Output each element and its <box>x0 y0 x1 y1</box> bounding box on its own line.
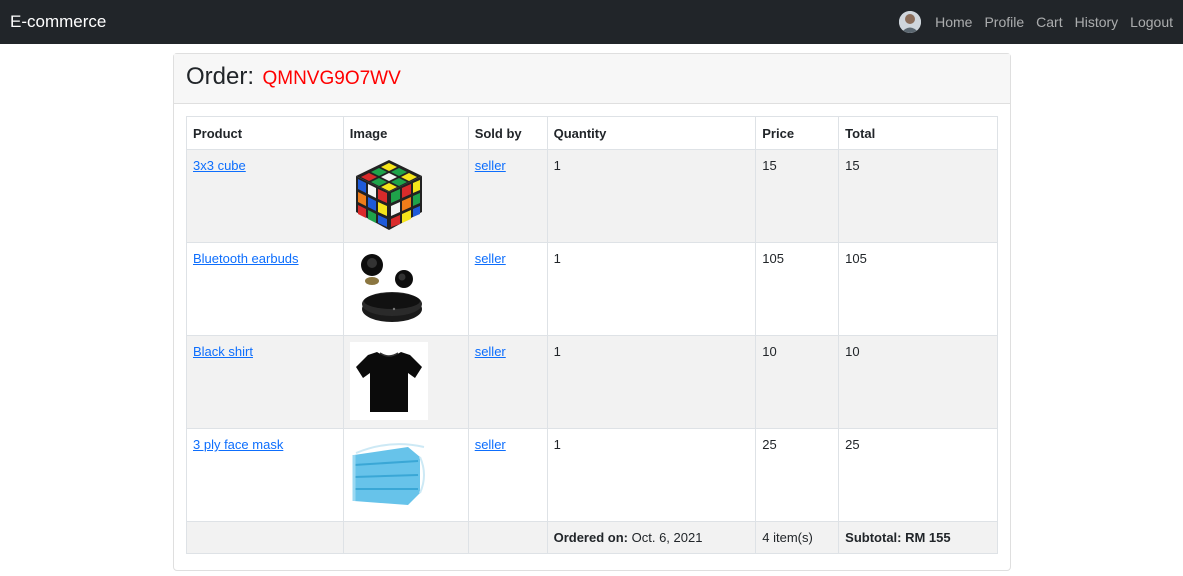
footer-empty-cell <box>342 521 469 554</box>
footer-empty-cell <box>467 521 548 554</box>
table-row: Black shirt seller 1 10 10 <box>186 335 998 429</box>
product-link[interactable]: 3x3 cube <box>193 158 246 173</box>
order-code: QMNVG9O7WV <box>262 68 401 89</box>
seller-cell: seller <box>467 242 548 336</box>
quantity-cell: 1 <box>546 242 757 336</box>
header-product: Product <box>186 116 344 150</box>
table-row: 3x3 cube seller 1 15 15 <box>186 149 998 243</box>
total-cell: 25 <box>838 428 998 522</box>
seller-cell: seller <box>467 149 548 243</box>
seller-cell: seller <box>467 428 548 522</box>
header-sold-by: Sold by <box>467 116 548 150</box>
product-cell: Black shirt <box>186 335 344 429</box>
header-total: Total <box>838 116 998 150</box>
seller-link[interactable]: seller <box>475 437 506 452</box>
ordered-on-cell: Ordered on: Oct. 6, 2021 <box>546 521 757 554</box>
quantity-cell: 1 <box>546 149 757 243</box>
rubiks-cube-icon[interactable] <box>350 156 428 234</box>
price-cell: 105 <box>755 242 840 336</box>
face-mask-icon[interactable] <box>350 435 428 513</box>
nav-history-link[interactable]: History <box>1075 14 1119 30</box>
nav-links: Home Profile Cart History Logout <box>899 0 1173 44</box>
quantity-cell: 1 <box>546 428 757 522</box>
total-cell: 10 <box>838 335 998 429</box>
image-cell <box>342 428 469 522</box>
header-image: Image <box>342 116 469 150</box>
seller-link[interactable]: seller <box>475 251 506 266</box>
table-footer-row: Ordered on: Oct. 6, 2021 4 item(s) Subto… <box>186 521 998 554</box>
subtotal: Subtotal: RM 155 <box>838 521 998 554</box>
nav-profile-link[interactable]: Profile <box>984 14 1024 30</box>
nav-logout-link[interactable]: Logout <box>1130 14 1173 30</box>
order-header: Order: QMNVG9O7WV <box>174 54 1010 104</box>
nav-home-link[interactable]: Home <box>935 14 972 30</box>
header-price: Price <box>755 116 840 150</box>
quantity-cell: 1 <box>546 335 757 429</box>
product-cell: 3 ply face mask <box>186 428 344 522</box>
order-body: Product Image Sold by Quantity Price Tot… <box>174 104 1010 554</box>
image-cell <box>342 335 469 429</box>
header-quantity: Quantity <box>546 116 757 150</box>
earbuds-icon[interactable] <box>350 249 428 327</box>
nav-cart-link[interactable]: Cart <box>1036 14 1062 30</box>
item-count: 4 item(s) <box>755 521 840 554</box>
navbar: E-commerce Home Profile Cart History Log… <box>0 0 1183 44</box>
product-link[interactable]: Black shirt <box>193 344 253 359</box>
order-label: Order: <box>186 63 255 90</box>
footer-empty-cell <box>186 521 344 554</box>
table-header-row: Product Image Sold by Quantity Price Tot… <box>186 116 998 150</box>
seller-cell: seller <box>467 335 548 429</box>
price-cell: 10 <box>755 335 840 429</box>
image-cell <box>342 242 469 336</box>
price-cell: 25 <box>755 428 840 522</box>
product-link[interactable]: Bluetooth earbuds <box>193 251 299 266</box>
order-items-table: Product Image Sold by Quantity Price Tot… <box>186 116 998 554</box>
avatar[interactable] <box>899 11 922 33</box>
product-cell: Bluetooth earbuds <box>186 242 344 336</box>
product-cell: 3x3 cube <box>186 149 344 243</box>
total-cell: 105 <box>838 242 998 336</box>
table-row: Bluetooth earbuds seller 1 105 105 <box>186 242 998 336</box>
table-row: 3 ply face mask seller 1 25 25 <box>186 428 998 522</box>
price-cell: 15 <box>755 149 840 243</box>
ordered-on-date: Oct. 6, 2021 <box>631 530 703 545</box>
user-avatar-icon <box>899 11 922 33</box>
ordered-on-label: Ordered on: <box>553 530 628 545</box>
seller-link[interactable]: seller <box>475 344 506 359</box>
black-shirt-icon[interactable] <box>349 342 428 420</box>
image-cell <box>342 149 469 243</box>
order-card: Order: QMNVG9O7WV Product Image Sold by … <box>173 53 1011 571</box>
product-link[interactable]: 3 ply face mask <box>193 437 283 452</box>
seller-link[interactable]: seller <box>475 158 506 173</box>
brand-link[interactable]: E-commerce <box>10 12 106 32</box>
total-cell: 15 <box>838 149 998 243</box>
